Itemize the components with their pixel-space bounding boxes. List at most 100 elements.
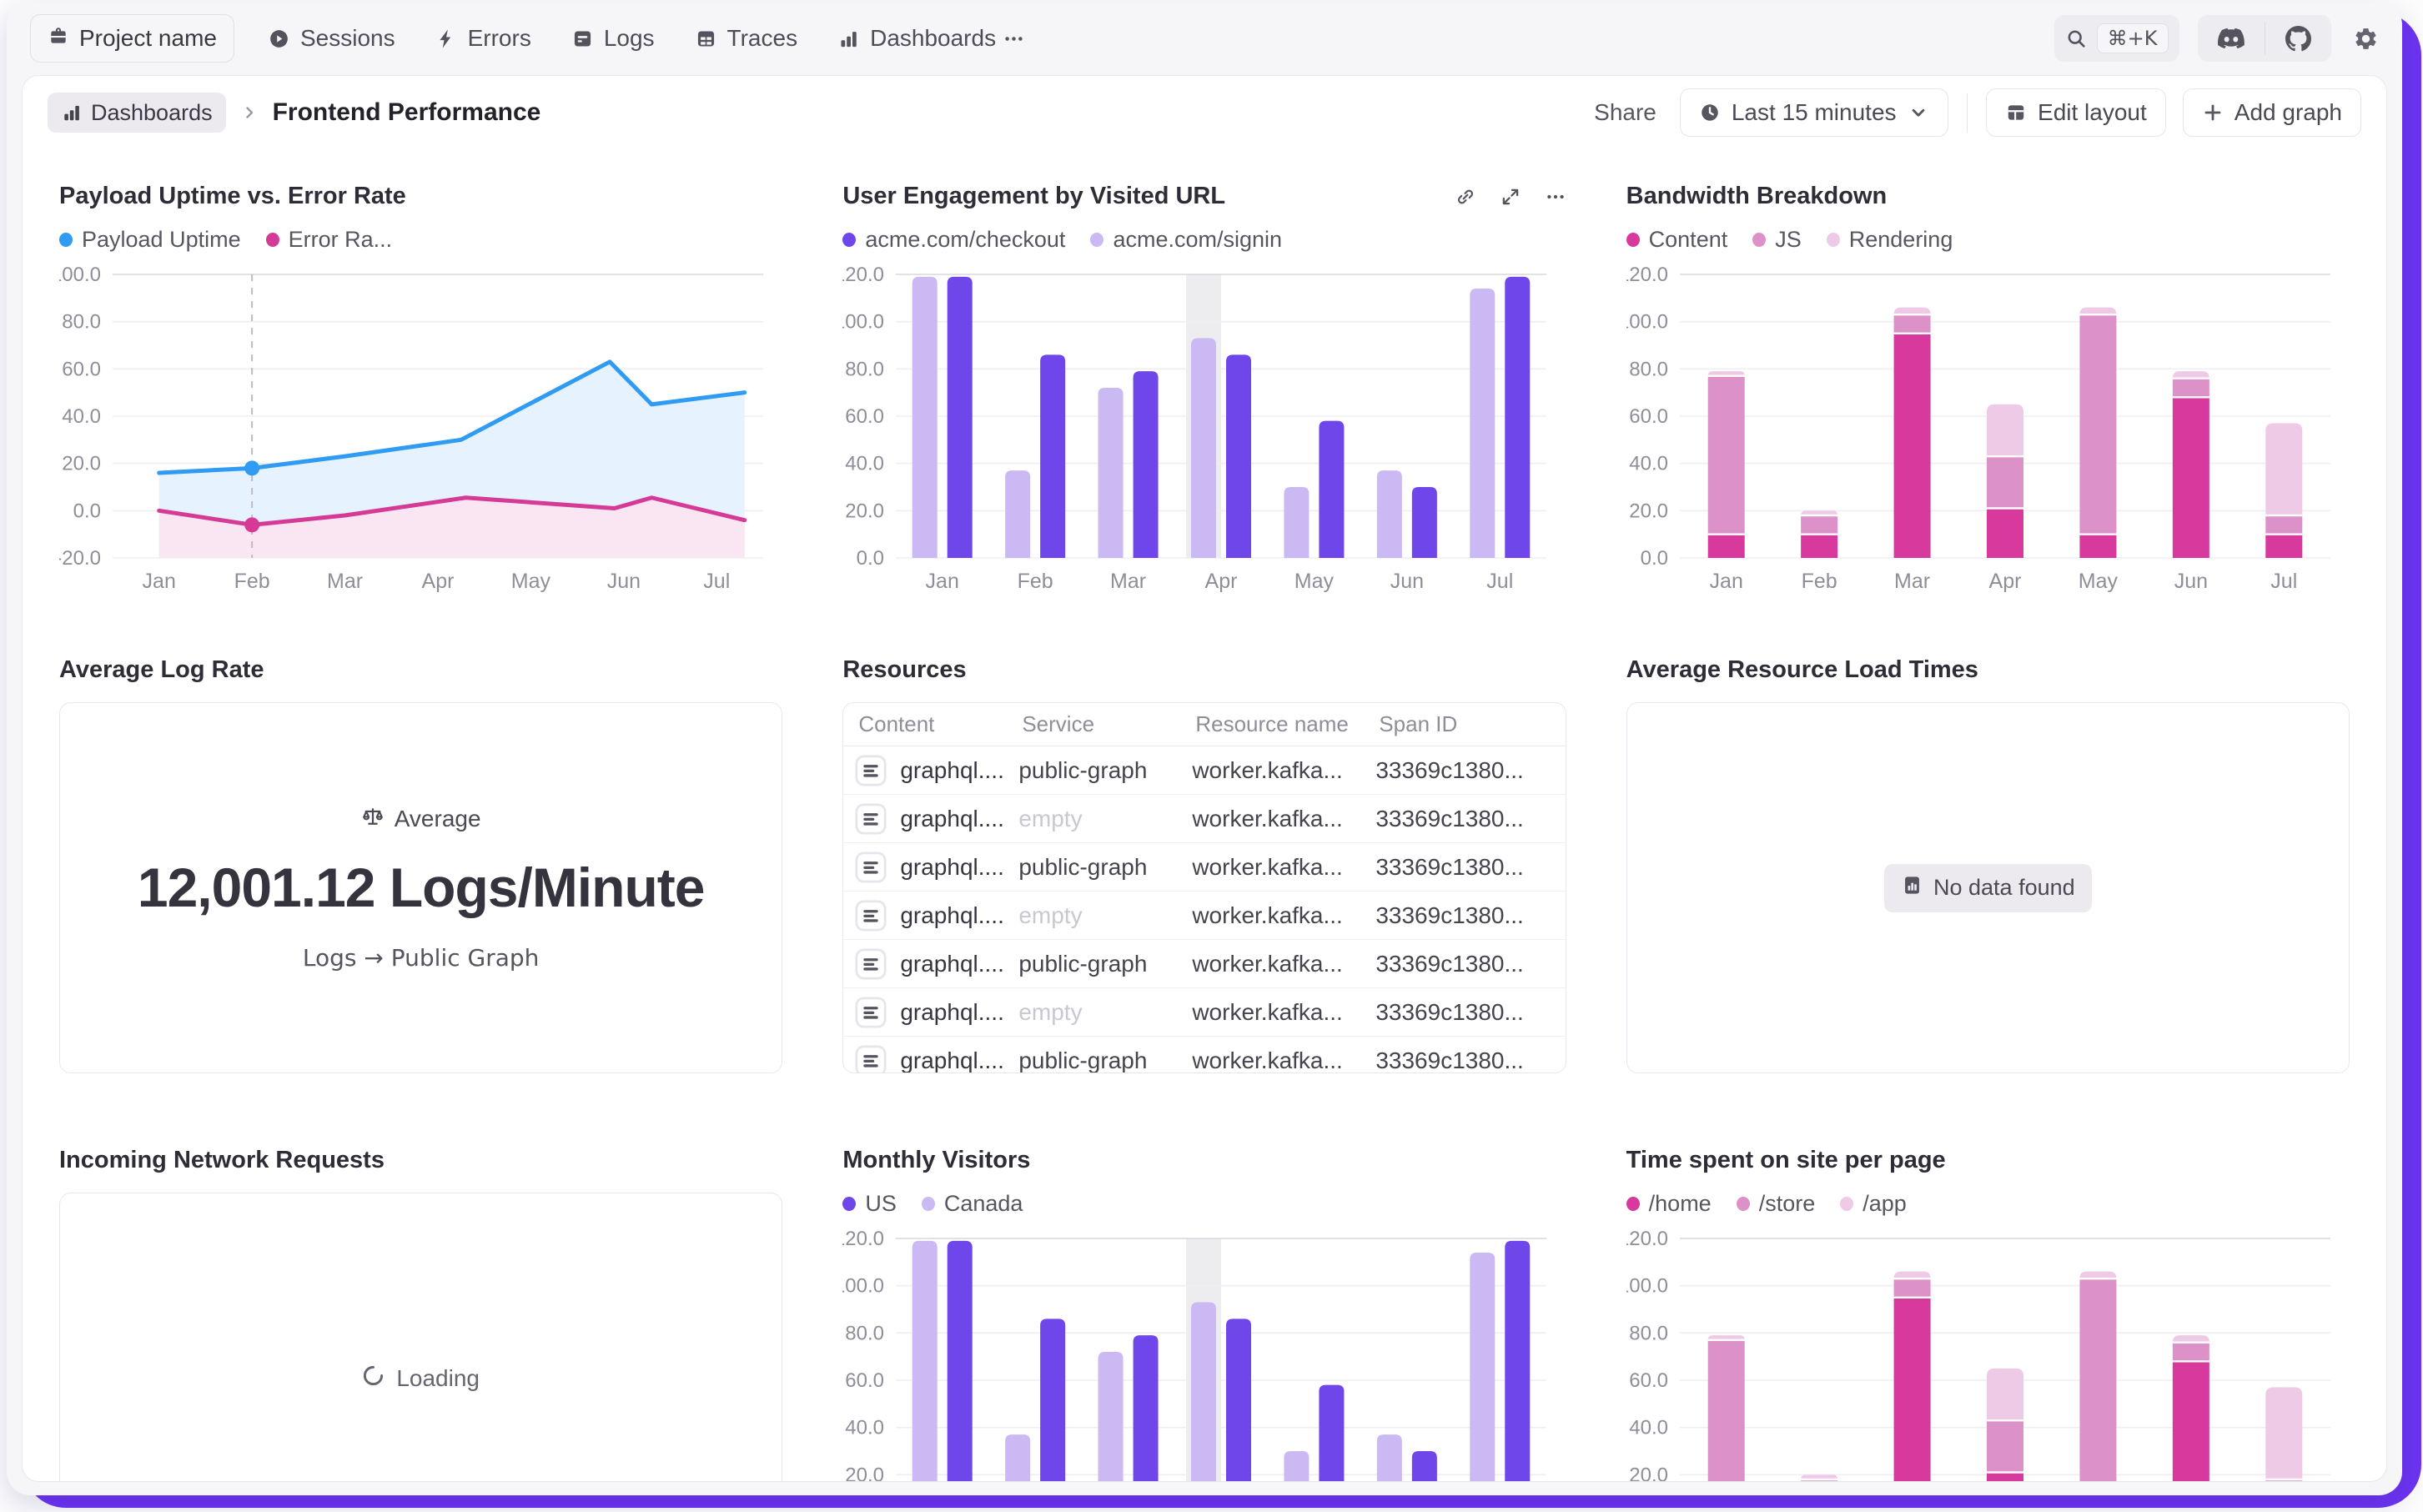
svg-text:Feb: Feb bbox=[1018, 570, 1053, 593]
search-button[interactable]: ⌘+K bbox=[2054, 15, 2179, 62]
play-circle-icon bbox=[268, 28, 290, 50]
legend-item[interactable]: Rendering bbox=[1827, 227, 1953, 253]
scale-icon bbox=[361, 805, 385, 828]
spinner-icon bbox=[362, 1364, 385, 1393]
time-spent-stacked-chart[interactable]: 0.020.040.060.080.0100.0120.0JanFebMarAp… bbox=[1626, 1228, 2350, 1482]
nav-item-dashboards[interactable]: Dashboards bbox=[837, 25, 996, 52]
legend-dot bbox=[266, 233, 279, 247]
breadcrumb-dashboards[interactable]: Dashboards bbox=[48, 93, 226, 133]
svg-text:80.0: 80.0 bbox=[1629, 1322, 1668, 1344]
discord-button[interactable] bbox=[2198, 15, 2265, 62]
panel-load-times: Average Resource Load Times No data foun… bbox=[1626, 595, 2350, 1073]
bar-chart-icon bbox=[61, 102, 83, 123]
file-chart-icon bbox=[1901, 874, 1923, 902]
legend-item[interactable]: JS bbox=[1752, 227, 1802, 253]
dashboard-row-2: Average Log Rate Average 12,001.12 Logs/… bbox=[23, 595, 2386, 1073]
svg-text:20.0: 20.0 bbox=[1629, 500, 1668, 522]
legend-item[interactable]: US bbox=[842, 1191, 897, 1217]
legend-item[interactable]: /app bbox=[1840, 1191, 1907, 1217]
svg-text:-20.0: -20.0 bbox=[59, 547, 101, 570]
legend-item[interactable]: Content bbox=[1626, 227, 1728, 253]
panel-time-spent: Time spent on site per page /home/store/… bbox=[1626, 1073, 2350, 1482]
svg-text:60.0: 60.0 bbox=[846, 405, 885, 428]
github-button[interactable] bbox=[2265, 15, 2331, 62]
legend-item[interactable]: acme.com/checkout bbox=[842, 227, 1065, 253]
log-rate-subtitle: Logs → Public Graph bbox=[138, 944, 705, 972]
aggregation-label: Average bbox=[395, 806, 481, 832]
table-row[interactable]: graphql....public-graphworker.kafka...33… bbox=[843, 746, 1565, 795]
svg-text:20.0: 20.0 bbox=[62, 453, 101, 475]
legend-dot bbox=[922, 1197, 935, 1211]
legend-item[interactable]: Canada bbox=[922, 1191, 1023, 1217]
svg-text:Apr: Apr bbox=[1205, 570, 1238, 593]
nav-item-sessions[interactable]: Sessions bbox=[268, 25, 395, 52]
legend-dot bbox=[1090, 233, 1103, 247]
table-row[interactable]: graphql....public-graphworker.kafka...33… bbox=[843, 940, 1565, 988]
panel-title: Average Log Rate bbox=[59, 656, 782, 684]
bandwidth-stacked-chart[interactable]: 0.020.040.060.080.0100.0120.0JanFebMarAp… bbox=[1626, 264, 2350, 595]
svg-text:Mar: Mar bbox=[1894, 570, 1930, 593]
add-graph-button[interactable]: Add graph bbox=[2183, 88, 2361, 137]
svg-text:May: May bbox=[511, 570, 551, 593]
link-action-button[interactable] bbox=[1455, 186, 1476, 208]
monthly-bar-chart[interactable]: 0.020.040.060.080.0100.0120.0JanFebMarAp… bbox=[842, 1228, 1566, 1482]
table-row[interactable]: graphql....emptyworker.kafka...33369c138… bbox=[843, 892, 1565, 940]
svg-text:0.0: 0.0 bbox=[857, 547, 884, 570]
search-shortcut-badge: ⌘+K bbox=[2097, 23, 2169, 53]
svg-text:Mar: Mar bbox=[327, 570, 363, 593]
svg-text:40.0: 40.0 bbox=[846, 453, 885, 475]
nav-item-errors[interactable]: Errors bbox=[435, 25, 531, 52]
top-nav: Project name Sessions Errors Logs Traces Das… bbox=[7, 2, 2402, 75]
svg-text:100.0: 100.0 bbox=[842, 1275, 884, 1298]
panel-log-rate: Average Log Rate Average 12,001.12 Logs/… bbox=[59, 595, 782, 1073]
svg-text:Jul: Jul bbox=[703, 570, 730, 593]
scale-icon bbox=[361, 805, 385, 834]
table-row[interactable]: graphql....emptyworker.kafka...33369c138… bbox=[843, 795, 1565, 843]
search-icon bbox=[2065, 28, 2087, 49]
panel-title: Incoming Network Requests bbox=[59, 1147, 782, 1174]
nav-item-logs[interactable]: Logs bbox=[571, 25, 655, 52]
panel-title: Bandwidth Breakdown bbox=[1626, 183, 2350, 210]
engagement-bar-chart[interactable]: 0.020.040.060.080.0100.0120.0JanFebMarAp… bbox=[842, 264, 1566, 595]
legend-item[interactable]: /home bbox=[1626, 1191, 1712, 1217]
settings-button[interactable] bbox=[2353, 26, 2379, 52]
svg-text:Feb: Feb bbox=[234, 570, 270, 593]
ellipsis-icon bbox=[1545, 186, 1566, 208]
expand-action-button[interactable] bbox=[1500, 186, 1521, 208]
nav-right: ⌘+K bbox=[2054, 15, 2379, 62]
table-row[interactable]: graphql....public-graphworker.kafka...33… bbox=[843, 843, 1565, 892]
discord-icon bbox=[2218, 25, 2245, 52]
svg-text:120.0: 120.0 bbox=[842, 1228, 884, 1250]
layout-icon bbox=[2005, 102, 2027, 123]
clock-icon bbox=[1699, 102, 1721, 123]
edit-layout-button[interactable]: Edit layout bbox=[1986, 88, 2166, 137]
table-row[interactable]: graphql....public-graphworker.kafka...33… bbox=[843, 1037, 1565, 1073]
legend-item[interactable]: acme.com/signin bbox=[1090, 227, 1282, 253]
table-row[interactable]: graphql....emptyworker.kafka...33369c138… bbox=[843, 988, 1565, 1037]
svg-text:120.0: 120.0 bbox=[1626, 264, 1668, 286]
nav-item-traces[interactable]: Traces bbox=[695, 25, 798, 52]
list-icon bbox=[853, 1043, 888, 1074]
svg-text:Jan: Jan bbox=[926, 570, 959, 593]
uptime-line-chart[interactable]: -20.00.020.040.060.080.0100.0JanFebMarAp… bbox=[59, 264, 782, 595]
panel-engagement: User Engagement by Visited URL acme.com/… bbox=[842, 149, 1566, 595]
legend-item[interactable]: Payload Uptime bbox=[59, 227, 241, 253]
nav-more-button[interactable] bbox=[1003, 28, 1025, 50]
svg-text:Jun: Jun bbox=[2174, 570, 2207, 593]
share-button[interactable]: Share bbox=[1594, 99, 1656, 126]
svg-text:60.0: 60.0 bbox=[62, 358, 101, 380]
ellipsis-action-button[interactable] bbox=[1545, 186, 1566, 208]
legend-dot bbox=[1626, 233, 1640, 247]
time-range-select[interactable]: Last 15 minutes bbox=[1680, 88, 1948, 137]
legend-item[interactable]: Error Ra... bbox=[266, 227, 393, 253]
legend-dot bbox=[842, 1197, 856, 1211]
page: Project name Sessions Errors Logs Traces Das… bbox=[0, 0, 2423, 1512]
log-rate-card[interactable]: Average 12,001.12 Logs/Minute Logs → Pub… bbox=[59, 702, 782, 1073]
legend-item[interactable]: /store bbox=[1737, 1191, 1816, 1217]
project-selector-button[interactable]: Project name bbox=[30, 14, 234, 63]
legend-dot bbox=[1827, 233, 1840, 247]
list-icon bbox=[853, 947, 888, 982]
legend-dot bbox=[1737, 1197, 1750, 1211]
box-icon bbox=[571, 28, 594, 50]
svg-text:120.0: 120.0 bbox=[842, 264, 884, 286]
